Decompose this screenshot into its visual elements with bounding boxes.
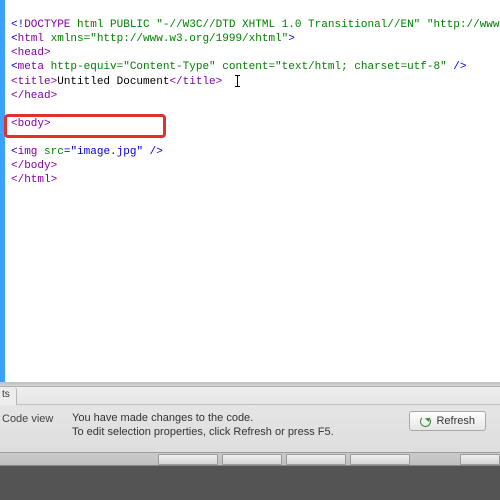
view-mode-label: Code view [2,411,72,425]
panel-message-line1: You have made changes to the code. [72,411,409,425]
properties-panel: ts Code view You have made changes to th… [0,382,500,452]
code-token: < [11,33,18,45]
code-token: <! [11,19,24,31]
panel-message-line2: To edit selection properties, click Refr… [72,425,409,439]
toolbar-strip [0,452,500,466]
code-token: < [11,146,18,158]
refresh-button[interactable]: Refresh [409,411,486,431]
code-token: "image.jpg" [70,146,143,158]
toolbar-segment[interactable] [222,454,282,465]
code-token: <title> [11,76,57,88]
code-token: </body> [11,160,57,172]
code-token: src [44,146,64,158]
code-token: meta [18,61,44,73]
code-token: html PUBLIC "-//W3C//DTD XHTML 1.0 Trans… [70,19,500,31]
code-token: /> [143,146,163,158]
panel-body: Code view You have made changes to the c… [0,405,500,439]
code-token: </html> [11,174,57,186]
toolbar-segment[interactable] [286,454,346,465]
code-token: <body> [11,118,51,130]
code-token: < [11,61,18,73]
panel-tab[interactable]: ts [0,387,17,405]
code-token: img [18,146,38,158]
code-token: http-equiv="Content-Type" content="text/… [44,61,453,73]
code-token: /> [453,61,466,73]
code-token: </title> [169,76,222,88]
refresh-icon [420,416,431,427]
code-token: Untitled Document [57,76,169,88]
toolbar-segment[interactable] [158,454,218,465]
toolbar-segment[interactable] [350,454,410,465]
code-token: </head> [11,90,57,102]
code-token: xmlns="http://www.w3.org/1999/xhtml" [44,33,288,45]
bottom-bar [0,466,500,500]
toolbar-segment[interactable] [460,454,500,465]
code-token: html [18,33,44,45]
text-cursor-icon [235,74,241,88]
code-token: DOCTYPE [24,19,70,31]
panel-message: You have made changes to the code. To ed… [72,411,409,439]
code-editor[interactable]: <!DOCTYPE html PUBLIC "-//W3C//DTD XHTML… [0,0,500,382]
code-token: > [288,33,295,45]
refresh-button-label: Refresh [436,415,475,427]
panel-tab-row: ts [0,387,500,405]
code-token: <head> [11,47,51,59]
